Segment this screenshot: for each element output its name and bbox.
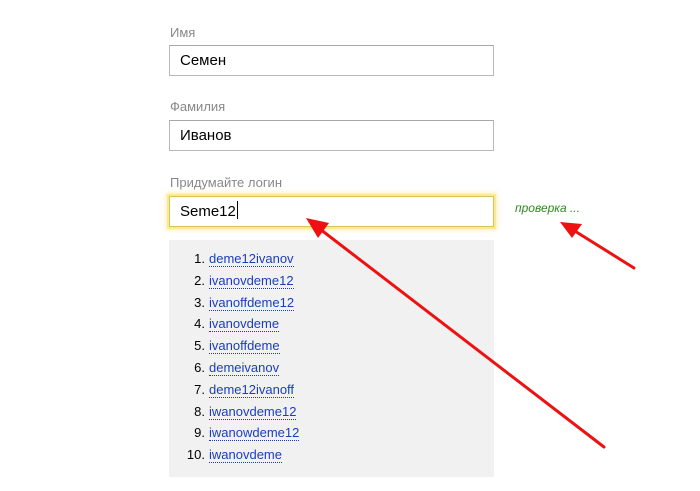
- suggestion-link[interactable]: iwanowdeme12: [209, 425, 300, 442]
- suggestion-link[interactable]: iwanovdeme: [209, 447, 282, 464]
- suggestion-number: 8.: [194, 403, 205, 419]
- suggestion-number: 9.: [194, 425, 205, 441]
- suggestion-link[interactable]: ivanoffdeme12: [209, 294, 295, 311]
- suggestion-link[interactable]: deme12ivanov: [209, 251, 294, 267]
- suggestion-number: 4.: [194, 316, 205, 332]
- annotation-arrow-to-status: [560, 222, 636, 270]
- suggestion-item: 9. iwanowdeme12: [169, 422, 300, 444]
- suggestion-item: 8. iwanovdeme12: [169, 401, 299, 423]
- suggestion-number: 2.: [194, 272, 205, 288]
- suggestion-number: 10.: [186, 447, 205, 463]
- suggestion-number: 7.: [194, 381, 205, 397]
- suggestion-item: 5. ivanoffdeme: [169, 335, 299, 357]
- suggestion-link[interactable]: iwanovdeme12: [209, 403, 297, 420]
- login-check-status: проверка ...: [515, 201, 580, 215]
- login-label: Придумайте логин: [170, 175, 282, 190]
- login-field[interactable]: Seme12: [169, 196, 494, 227]
- suggestion-item: 2. ivanovdeme12: [169, 270, 299, 292]
- text-caret: [236, 201, 238, 219]
- suggestion-link[interactable]: ivanoffdeme: [209, 338, 280, 355]
- suggestion-item: 7. deme12ivanoff: [169, 379, 299, 401]
- suggestion-link[interactable]: deme12ivanoff: [209, 381, 295, 398]
- suggestion-item: 1. deme12ivanov: [169, 248, 299, 270]
- suggestion-number: 5.: [194, 338, 205, 354]
- suggestion-number: 3.: [194, 294, 205, 310]
- login-suggestions-panel: 1. deme12ivanov 2. ivanovdeme12 3. ivanoffd…: [169, 240, 494, 477]
- suggestion-link[interactable]: ivanovdeme12: [209, 272, 294, 289]
- suggestion-number: 6.: [194, 359, 205, 375]
- suggestion-item: 4. ivanovdeme: [169, 313, 299, 335]
- login-field-value: Seme12: [180, 203, 236, 220]
- login-suggestions-list: 1. deme12ivanov 2. ivanovdeme12 3. ivanoffd…: [169, 248, 300, 466]
- suggestion-number: 1.: [194, 251, 205, 266]
- suggestion-item: 6. demeivanov: [169, 357, 299, 379]
- first-name-label: Имя: [170, 25, 196, 40]
- suggestion-item: 3. ivanoffdeme12: [169, 292, 299, 314]
- last-name-label: Фамилия: [170, 99, 226, 114]
- first-name-field[interactable]: Семен: [169, 45, 494, 76]
- suggestion-link[interactable]: demeivanov: [209, 359, 280, 376]
- suggestion-item: 10. iwanovdeme: [169, 444, 299, 466]
- last-name-field[interactable]: Иванов: [169, 120, 494, 151]
- suggestion-link[interactable]: ivanovdeme: [209, 316, 280, 333]
